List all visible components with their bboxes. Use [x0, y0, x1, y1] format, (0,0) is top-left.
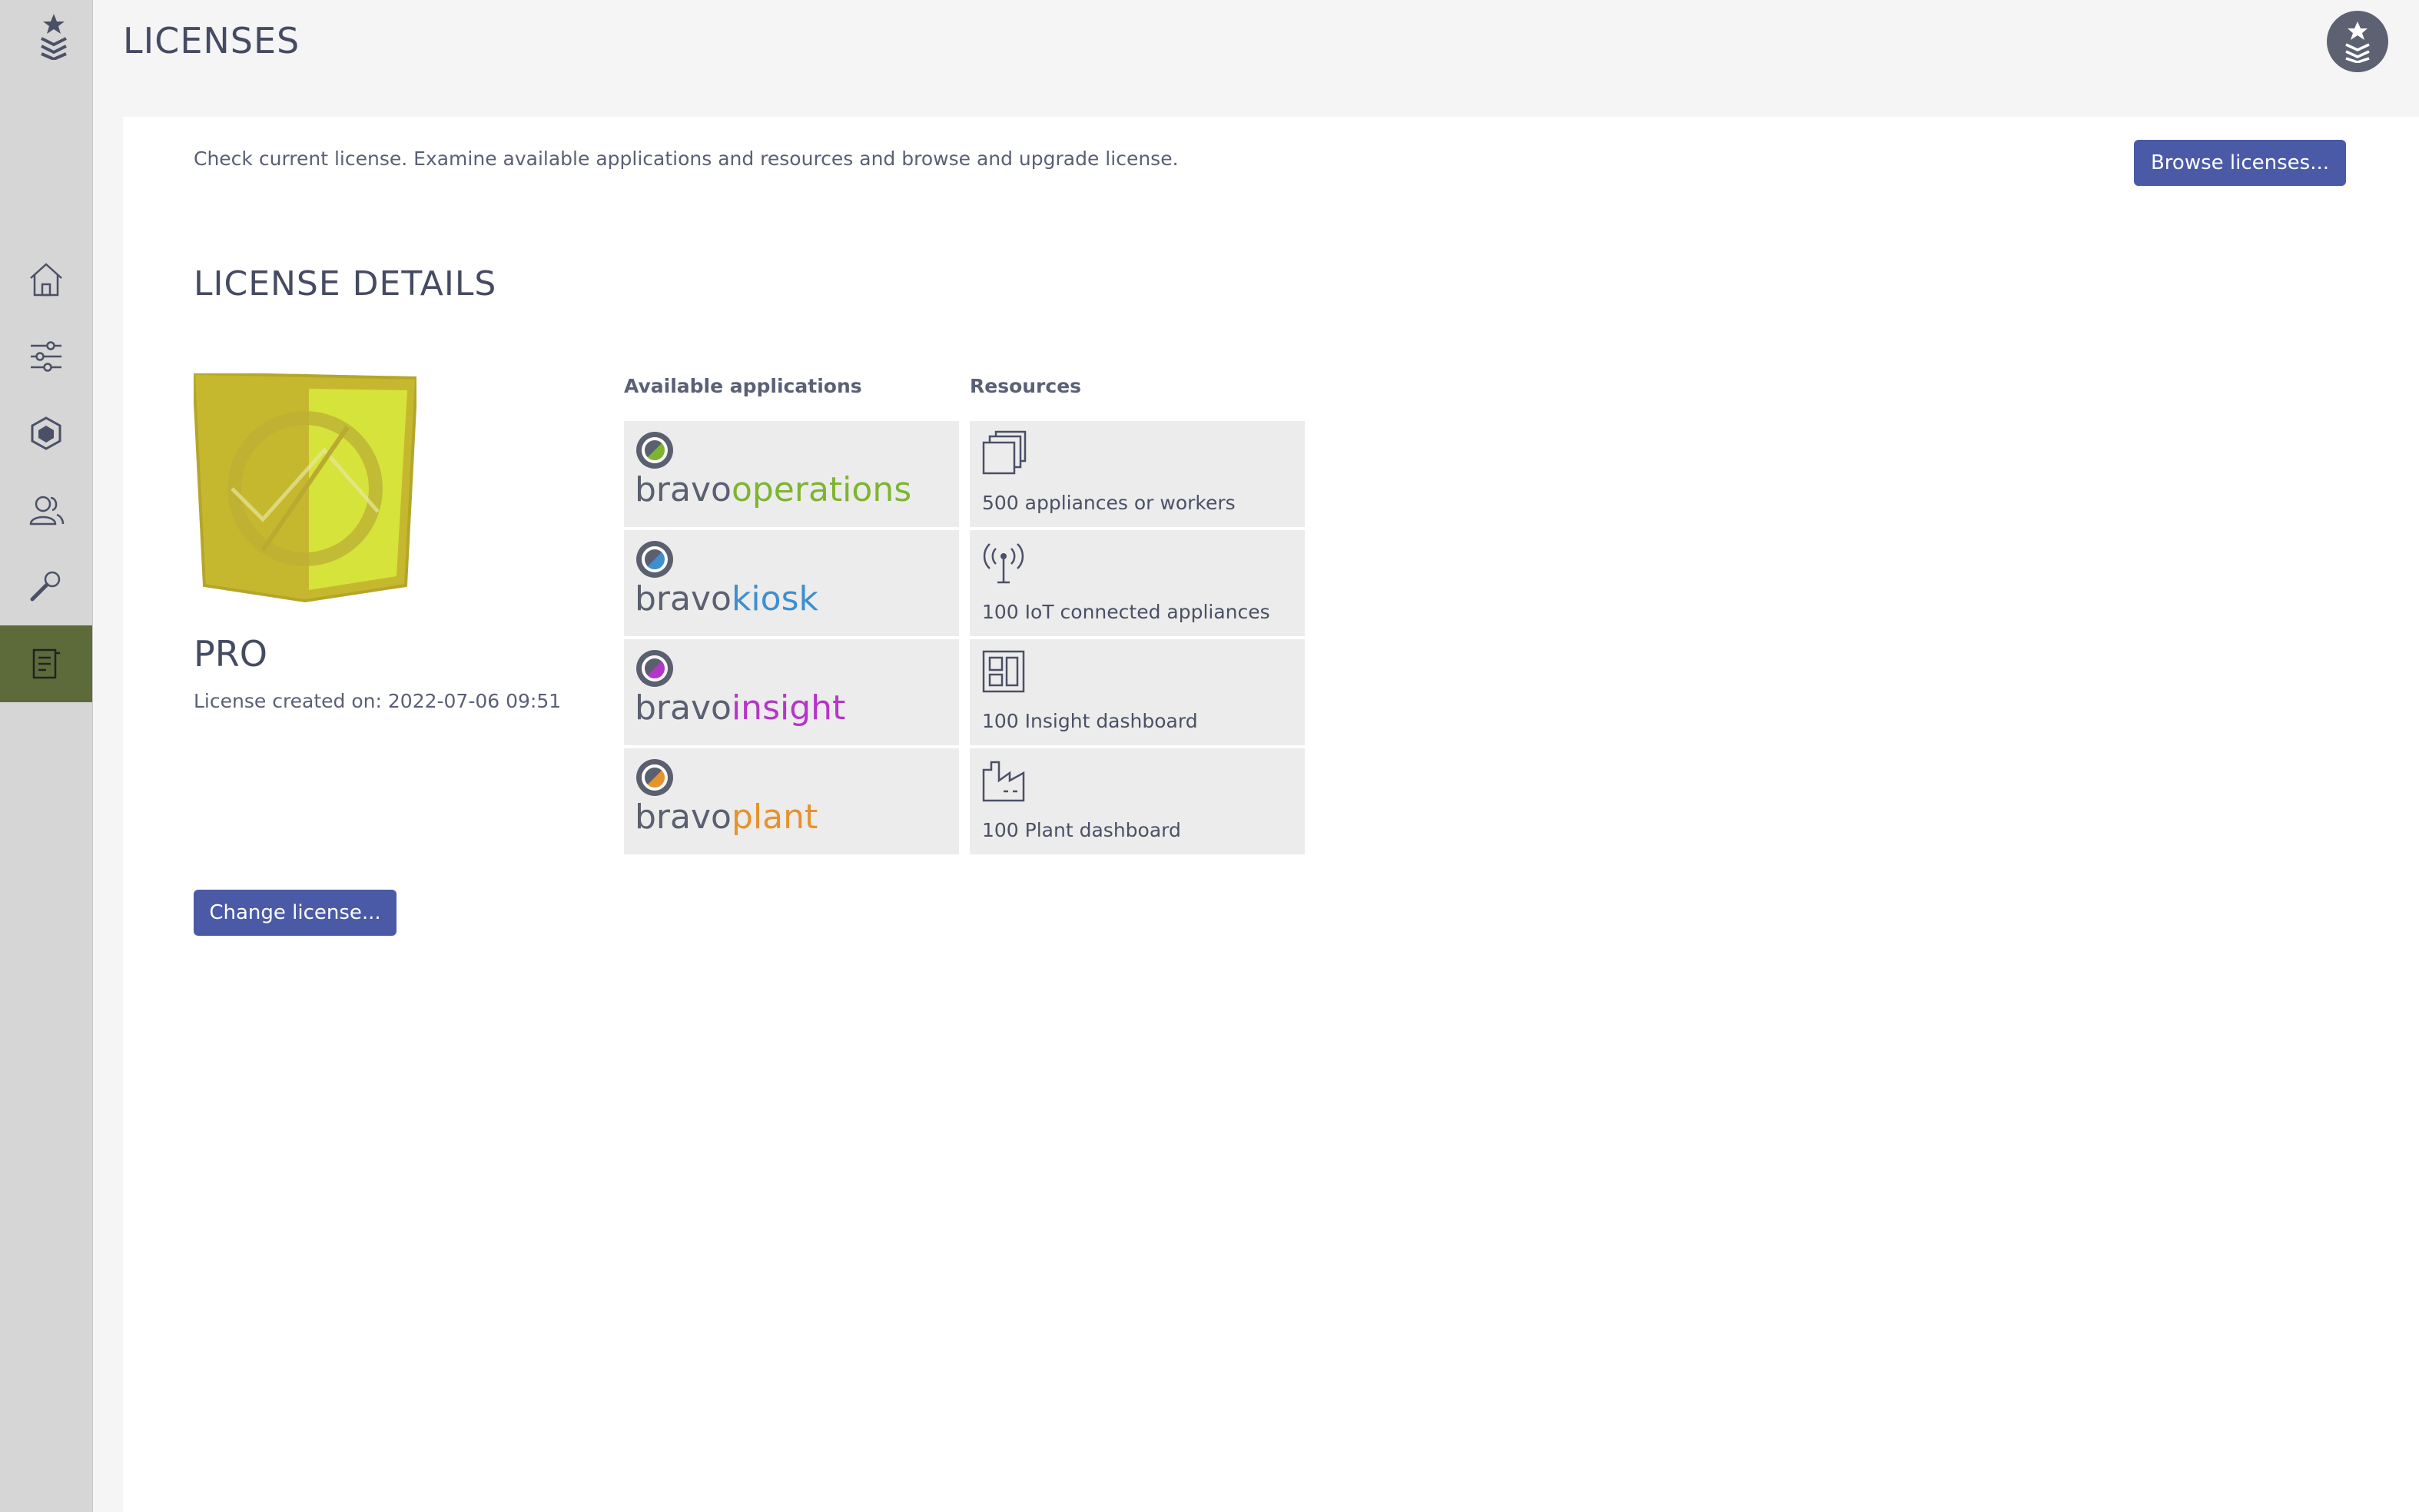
- app-tile-operations: bravooperations: [624, 421, 959, 527]
- plant-icon: [636, 759, 673, 796]
- logo-icon: [41, 14, 67, 60]
- avatar-logo-icon: [2345, 22, 2370, 63]
- resource-tile-appliances: 500 appliances or workers: [970, 421, 1305, 527]
- nav-appliances[interactable]: [0, 395, 92, 472]
- insight-icon: [636, 650, 673, 687]
- license-created-on: License created on: 2022-07-06 09:51: [194, 690, 562, 712]
- resource-tile-iot: 100 IoT connected appliances: [970, 530, 1305, 636]
- resource-label: 100 Insight dashboard: [982, 710, 1198, 732]
- nav-users[interactable]: [0, 472, 92, 549]
- resource-label: 100 IoT connected appliances: [982, 601, 1270, 623]
- kiosk-icon: [636, 541, 673, 578]
- resource-label: 500 appliances or workers: [982, 492, 1236, 514]
- resources-header: Resources: [970, 375, 1082, 397]
- page-description: Check current license. Examine available…: [194, 148, 1179, 170]
- nav-licenses[interactable]: [0, 625, 92, 702]
- nav-settings[interactable]: [0, 318, 92, 395]
- app-logo-insight: bravoinsight: [635, 688, 846, 728]
- resource-tile-plant: 100 Plant dashboard: [970, 748, 1305, 854]
- users-icon: [29, 496, 65, 526]
- app-logo-kiosk: bravokiosk: [635, 579, 818, 618]
- change-license-button[interactable]: Change license...: [194, 890, 397, 936]
- app-tile-plant: bravoplant: [624, 748, 959, 854]
- dashboard-icon: [982, 650, 1025, 693]
- nav-tools[interactable]: [0, 549, 92, 625]
- resource-label: 100 Plant dashboard: [982, 819, 1181, 841]
- cube-icon: [31, 416, 61, 450]
- factory-icon: [982, 761, 1025, 802]
- sliders-icon: [31, 341, 61, 372]
- license-plan: PRO: [194, 633, 267, 675]
- resource-tile-insight: 100 Insight dashboard: [970, 639, 1305, 745]
- document-icon: [32, 648, 60, 679]
- section-title: LICENSE DETAILS: [194, 264, 497, 303]
- operations-icon: [636, 432, 673, 469]
- app-tile-insight: bravoinsight: [624, 639, 959, 745]
- app-logo-operations: bravooperations: [635, 470, 912, 509]
- page-title: LICENSES: [123, 20, 300, 61]
- app-logo-plant: bravoplant: [635, 797, 818, 837]
- license-badge-icon: [194, 373, 416, 603]
- user-avatar[interactable]: [2327, 11, 2388, 72]
- main-content: Check current license. Examine available…: [123, 117, 2419, 1512]
- sidebar: [0, 0, 93, 1512]
- applications-header: Available applications: [624, 375, 862, 397]
- stack-icon: [982, 430, 1027, 475]
- wrench-icon: [30, 571, 61, 602]
- app-tile-kiosk: bravokiosk: [624, 530, 959, 636]
- antenna-icon: [983, 543, 1024, 584]
- browse-licenses-button[interactable]: Browse licenses...: [2134, 140, 2346, 186]
- home-icon: [30, 263, 62, 297]
- nav-home[interactable]: [0, 241, 92, 318]
